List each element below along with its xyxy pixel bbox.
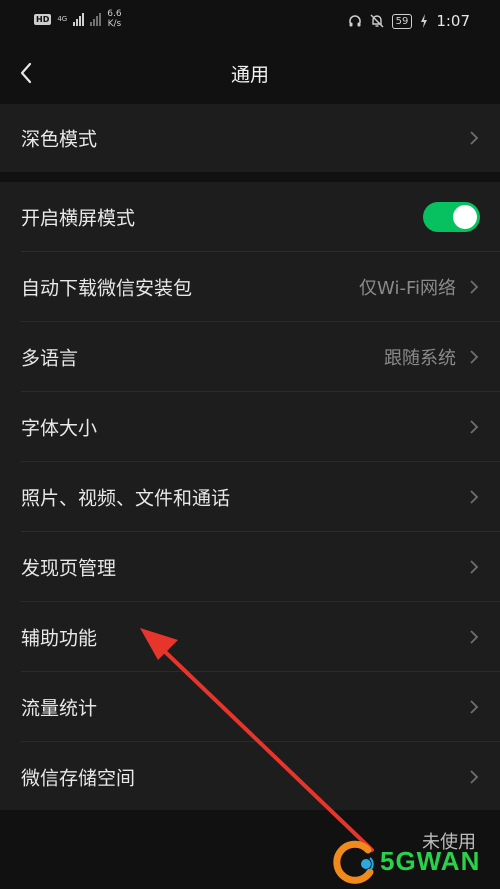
headphones-icon — [348, 15, 361, 27]
setting-auto-download[interactable]: 自动下载微信安装包 仅Wi-Fi网络 — [0, 252, 500, 322]
status-left: HD 4G 6.6 K/s — [34, 9, 122, 29]
setting-label: 辅助功能 — [21, 627, 98, 650]
status-bar: HD 4G 6.6 K/s 59 1:07 — [0, 0, 500, 42]
landscape-toggle[interactable] — [423, 202, 480, 232]
setting-accessibility[interactable]: 辅助功能 — [0, 602, 500, 672]
chevron-right-icon — [470, 280, 479, 294]
setting-label: 自动下载微信安装包 — [21, 277, 193, 300]
chevron-right-icon — [470, 560, 479, 574]
chevron-right-icon — [470, 420, 479, 434]
mute-bell-icon — [370, 14, 384, 28]
chevron-right-icon — [470, 770, 479, 784]
watermark: 未使用 5GWAN — [330, 832, 500, 889]
chevron-right-icon — [470, 490, 479, 504]
setting-media[interactable]: 照片、视频、文件和通话 — [0, 462, 500, 532]
setting-discover[interactable]: 发现页管理 — [0, 532, 500, 602]
setting-label: 多语言 — [21, 347, 79, 370]
setting-label: 字体大小 — [21, 417, 98, 440]
setting-label: 微信存储空间 — [21, 767, 136, 790]
setting-label: 流量统计 — [21, 697, 98, 720]
page-title: 通用 — [230, 64, 269, 86]
network-speed-value: 6.6 — [107, 9, 122, 19]
watermark-text: 5GWAN — [380, 846, 481, 876]
network-speed-unit: K/s — [107, 19, 122, 29]
hd-badge: HD — [34, 13, 52, 25]
clock: 1:07 — [436, 12, 470, 30]
chevron-right-icon — [470, 630, 479, 644]
setting-label: 深色模式 — [21, 128, 98, 151]
setting-value: 跟随系统 — [384, 348, 456, 369]
charging-icon — [421, 14, 428, 28]
setting-dark-mode[interactable]: 深色模式 — [0, 104, 500, 172]
toggle-knob — [453, 205, 477, 229]
setting-label: 照片、视频、文件和通话 — [21, 487, 231, 510]
watermark-logo-icon — [333, 840, 374, 884]
signal-secondary-icon — [90, 12, 102, 26]
battery-level: 59 — [391, 13, 413, 29]
chevron-right-icon — [470, 350, 479, 364]
chevron-right-icon — [470, 700, 479, 714]
settings-group-appearance: 深色模式 — [0, 104, 500, 172]
signal-icon — [73, 12, 85, 26]
setting-traffic[interactable]: 流量统计 — [0, 672, 500, 742]
chevron-right-icon — [470, 131, 479, 145]
setting-landscape-mode[interactable]: 开启横屏模式 — [0, 182, 500, 252]
settings-group-general: 开启横屏模式 自动下载微信安装包 仅Wi-Fi网络 多语言 跟随系统 字体大小 … — [0, 182, 500, 810]
setting-label: 发现页管理 — [21, 557, 117, 580]
network-speed: 6.6 K/s — [107, 9, 121, 29]
setting-language[interactable]: 多语言 跟随系统 — [0, 322, 500, 392]
nav-bar: 通用 — [0, 42, 500, 104]
status-right: 59 1:07 — [348, 12, 470, 30]
setting-font-size[interactable]: 字体大小 — [0, 392, 500, 462]
network-type: 4G — [57, 14, 68, 23]
setting-storage[interactable]: 微信存储空间 — [0, 742, 500, 812]
setting-label: 开启横屏模式 — [21, 207, 136, 230]
setting-value: 仅Wi-Fi网络 — [359, 278, 456, 299]
